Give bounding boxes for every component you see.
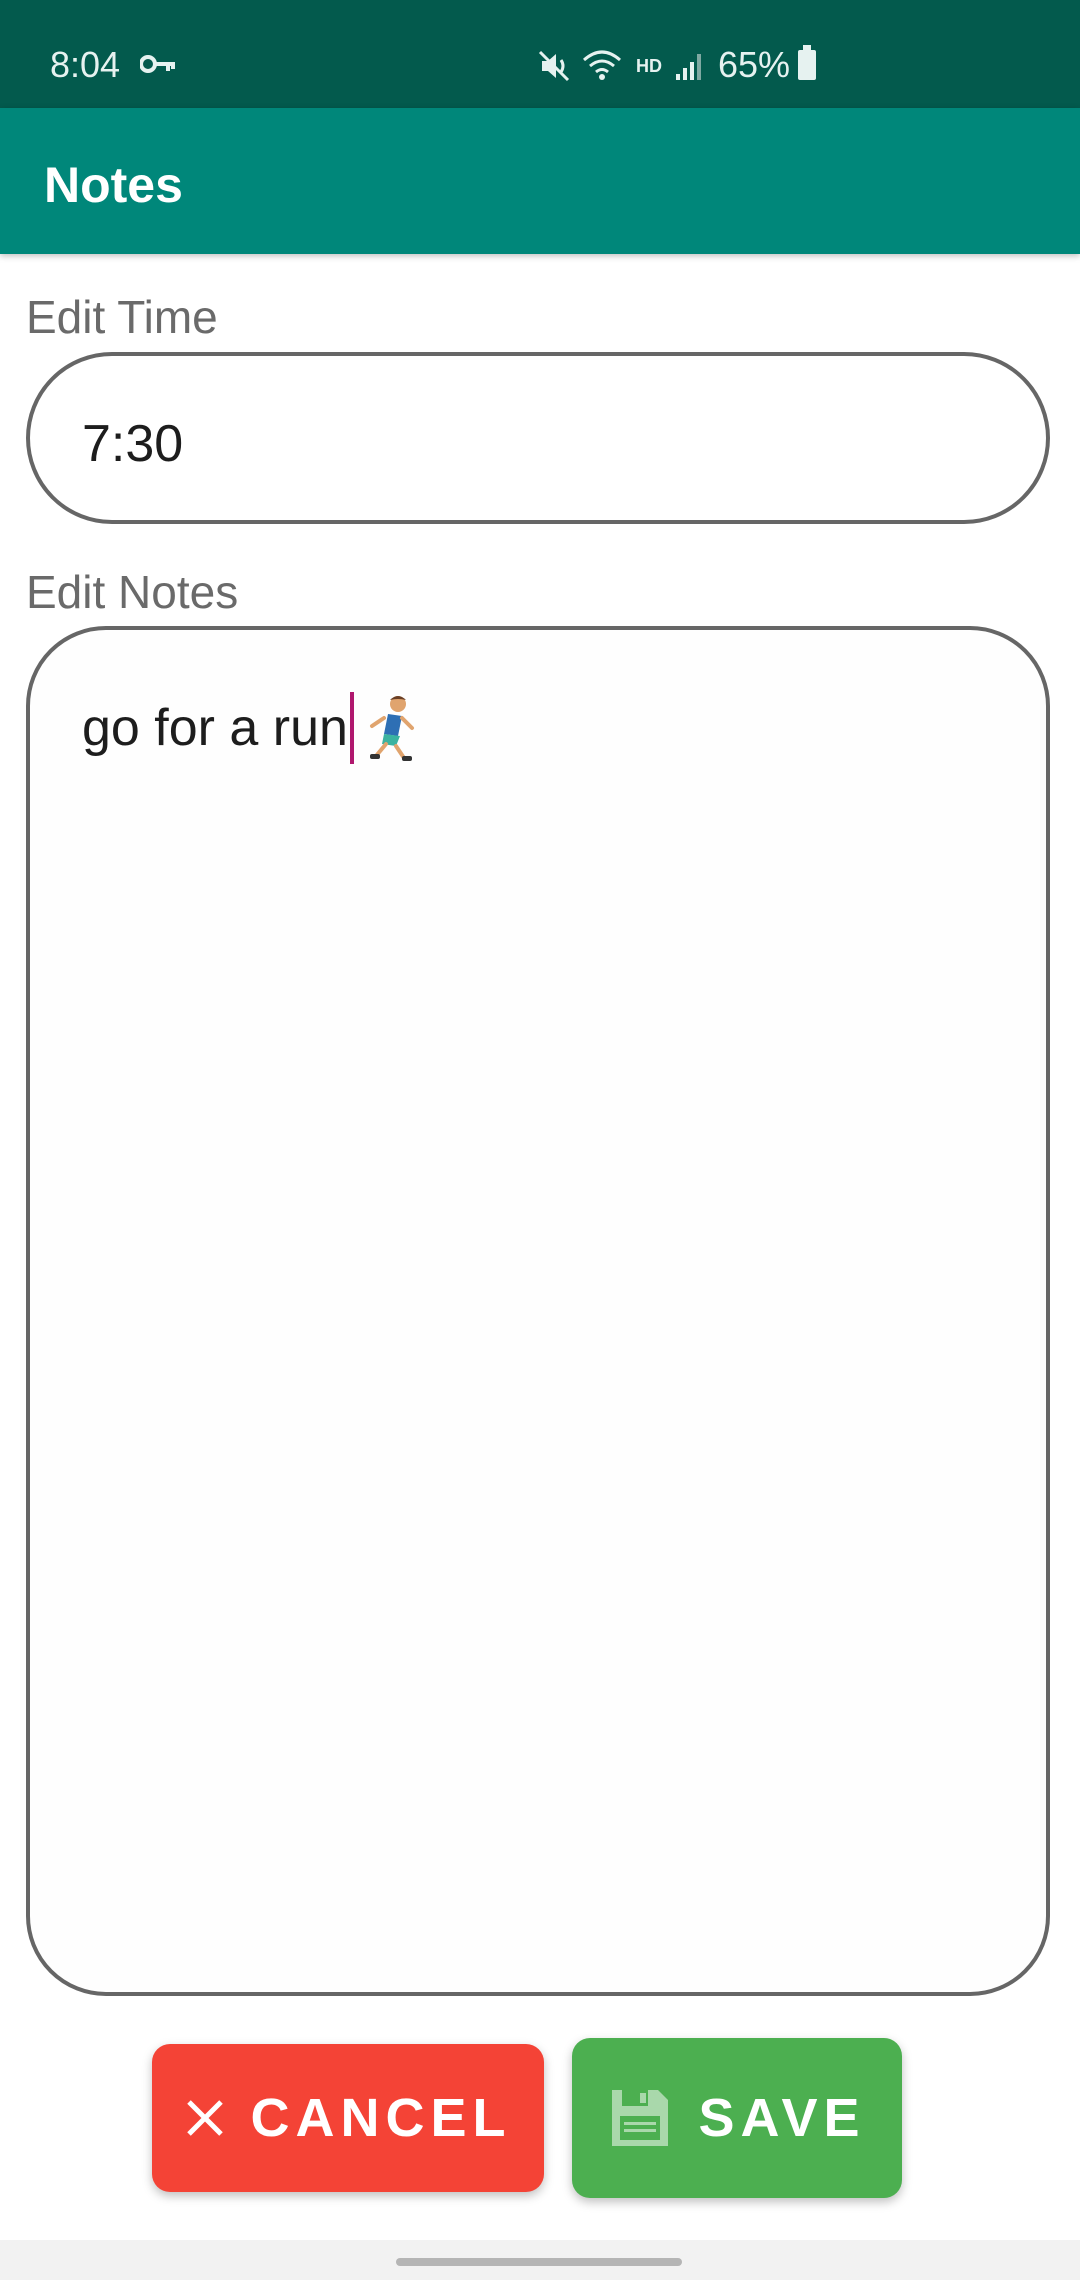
cancel-button-label: CANCEL [250, 2088, 512, 2148]
time-input[interactable]: 7:30 [26, 352, 1050, 524]
app-bar: Notes [0, 108, 1080, 254]
navigation-bar [0, 2240, 1080, 2280]
text-caret [349, 692, 354, 764]
notes-content: go for a run [82, 692, 422, 764]
close-icon [186, 2100, 223, 2136]
network-type: HD [636, 56, 662, 76]
notes-text: go for a run [82, 699, 348, 757]
notes-textarea[interactable]: go for a run [26, 626, 1050, 1996]
battery-icon [798, 45, 816, 80]
cancel-button[interactable]: CANCEL [152, 2044, 544, 2192]
runner-emoji-icon [369, 696, 414, 761]
key-icon [140, 55, 175, 73]
save-icon [612, 2090, 669, 2146]
save-button[interactable]: SAVE [572, 2038, 902, 2198]
page-title: Notes [44, 157, 183, 213]
home-gesture-handle[interactable] [396, 2258, 682, 2266]
status-bar: 8:04 HD 65% [0, 0, 1080, 108]
wifi-icon [583, 50, 621, 80]
status-time: 8:04 [50, 44, 121, 85]
battery-percentage: 65% [718, 44, 791, 85]
signal-icon [676, 54, 701, 80]
save-button-label: SAVE [698, 2088, 866, 2148]
edit-time-label: Edit Time [26, 291, 218, 343]
edit-notes-label: Edit Notes [26, 566, 239, 618]
mute-icon [538, 50, 570, 82]
time-input-value: 7:30 [82, 415, 184, 473]
